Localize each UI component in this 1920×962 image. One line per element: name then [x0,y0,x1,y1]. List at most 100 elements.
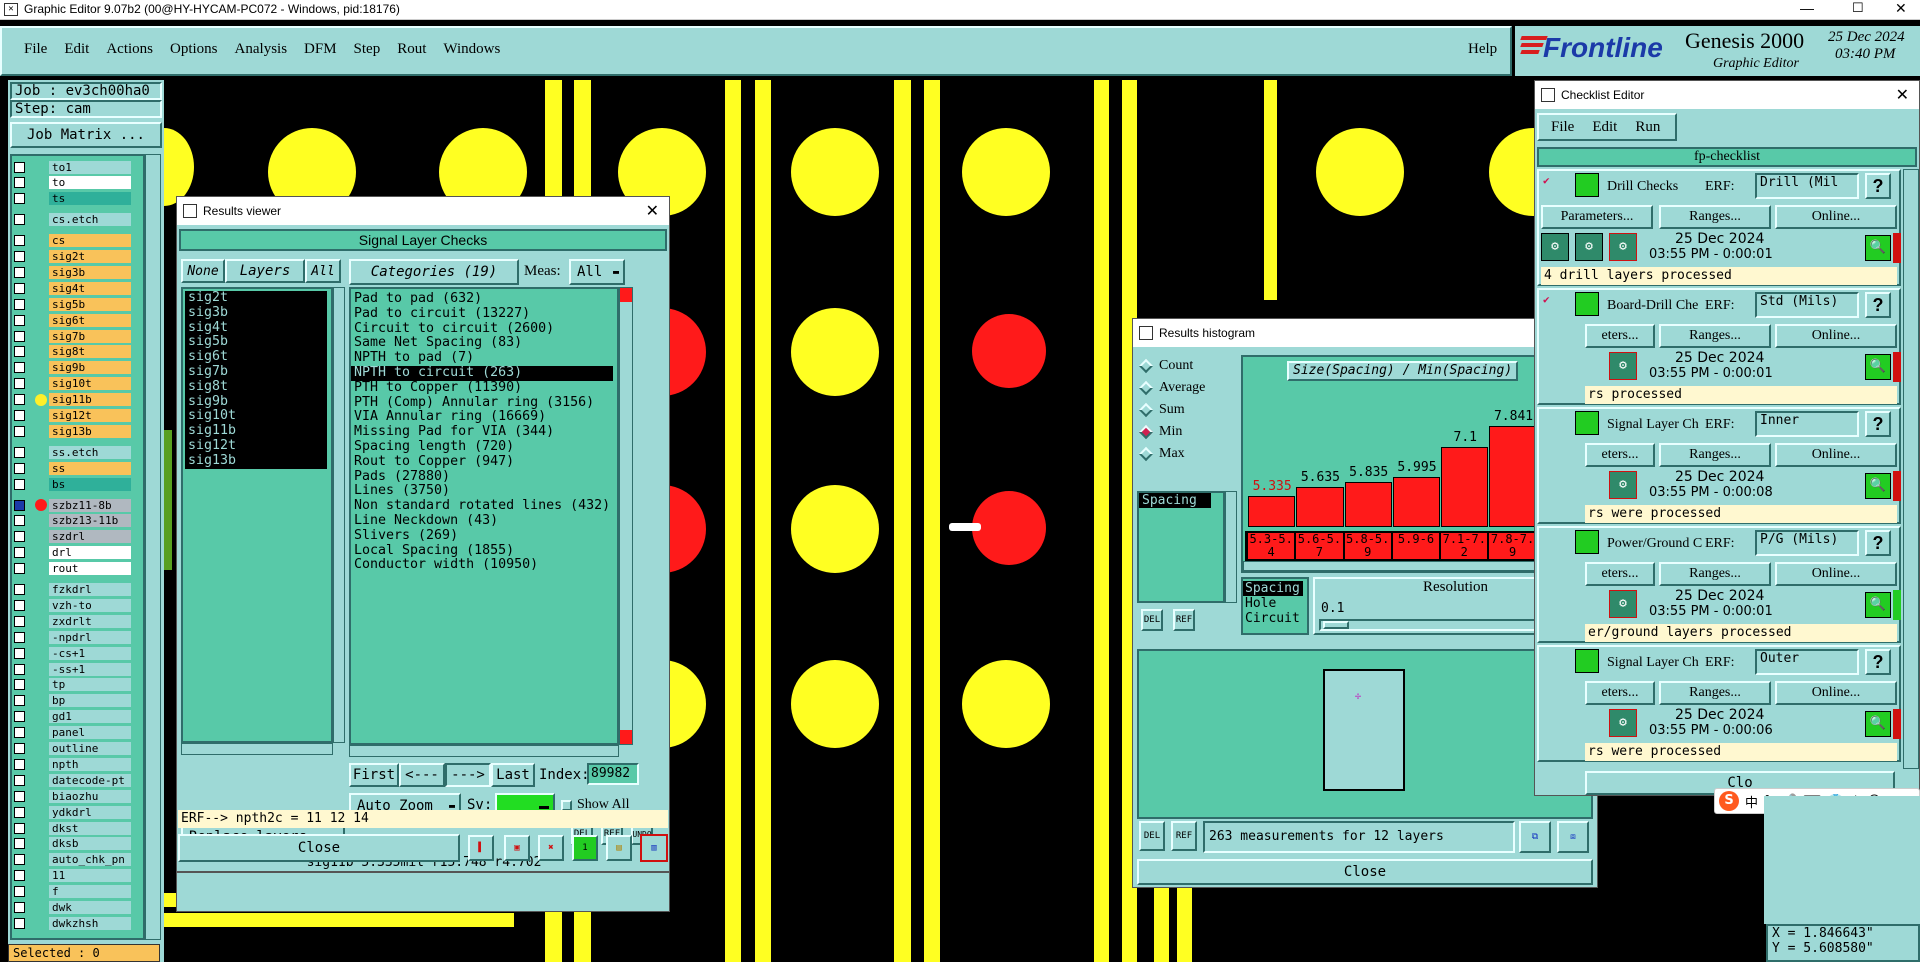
run-icon[interactable]: ⚙ [1609,233,1637,261]
layer-checkbox[interactable] [14,727,25,739]
layer-checkbox[interactable] [14,235,25,247]
erf-field[interactable]: P/G (Mils) [1755,530,1859,556]
erf-field[interactable]: Std (Mils) [1755,292,1859,318]
layer-row[interactable]: ss [14,461,132,475]
layer-row[interactable]: datecode-pt [14,773,132,787]
layer-row[interactable]: ts [14,192,132,206]
layer-name[interactable]: panel [49,726,131,740]
layer-checkbox[interactable] [14,531,25,543]
layer-checkbox[interactable] [14,615,25,627]
layer-checkbox[interactable] [14,547,25,559]
layer-row[interactable]: -ss+1 [14,662,132,676]
histogram-bar[interactable] [1441,446,1489,527]
layer-row[interactable]: cs.etch [14,213,132,227]
menu-file[interactable]: File [24,41,47,58]
categories-button[interactable]: Categories (19) [349,259,519,285]
histogram-bar[interactable] [1248,495,1296,527]
layer-checkbox[interactable] [14,679,25,691]
layer-checkbox[interactable] [14,425,25,437]
layer-row[interactable]: sig11b [14,393,132,407]
layer-row[interactable]: sig13b [14,424,132,438]
index-input[interactable]: 89982 [587,763,639,785]
layer-row[interactable]: zxdrlt [14,614,132,628]
layer-checkbox[interactable] [14,478,25,490]
menu-options[interactable]: Options [170,41,218,58]
layer-checkbox[interactable] [14,462,25,474]
layer-name[interactable]: vzh-to [49,598,131,612]
layer-checkbox[interactable] [14,902,25,913]
layer-name[interactable]: drl [49,546,131,560]
layer-checkbox[interactable] [14,838,25,850]
category-item[interactable]: Missing Pad for VIA (344) [351,424,617,440]
layer-row[interactable]: -cs+1 [14,646,132,660]
layer-checkbox[interactable] [14,758,25,770]
zoom-icon[interactable]: 🔍 [1865,235,1891,261]
layer-row[interactable]: auto_chk_pn [14,853,132,867]
layer-row[interactable]: npth [14,757,132,771]
histogram-bar[interactable] [1344,481,1392,527]
tool-icon-4[interactable]: 1 [572,835,598,861]
layer-name[interactable]: -ss+1 [49,662,131,676]
category-item[interactable]: Spacing length (720) [351,439,617,455]
category-item[interactable]: Local Spacing (1855) [351,543,617,559]
layer-name[interactable]: -npdrl [49,630,131,644]
layer-row[interactable]: panel [14,726,132,740]
layer-name[interactable]: npth [49,757,131,771]
cl-menu-file[interactable]: File [1551,119,1574,136]
layer-name[interactable]: f [49,885,131,899]
rv-layer-item[interactable]: sig7b [185,364,327,380]
type-hole[interactable]: Hole [1243,596,1307,611]
layer-checkbox[interactable] [14,446,25,458]
layer-checkbox[interactable] [14,886,25,898]
layer-row[interactable]: sig7b [14,329,132,343]
categories-list[interactable]: Pad to pad (632) Pad to circuit (13227) Ci… [349,287,619,745]
option-average[interactable]: Average [1137,377,1235,399]
run-icon[interactable]: ⚙ [1609,590,1637,618]
layer-checkbox[interactable] [14,743,25,754]
ranges-button[interactable]: Ranges... [1659,205,1771,229]
tool-icon-3[interactable]: ✖ [538,835,564,861]
layer-name[interactable]: dwk [49,901,131,914]
menu-rout[interactable]: Rout [397,41,426,58]
ranges-button[interactable]: Ranges... [1659,562,1771,586]
layer-row[interactable]: cs [14,234,132,248]
run-icon[interactable]: ⚙ [1609,352,1637,380]
layer-checkbox[interactable] [14,362,25,374]
zoom-icon[interactable]: 🔍 [1865,711,1891,737]
layer-name[interactable]: cs [49,234,131,248]
layer-checkbox[interactable] [14,378,25,390]
layer-row[interactable]: dwk [14,901,132,915]
layer-name[interactable]: to [49,176,131,190]
rv-layer-item[interactable]: sig4t [185,320,327,336]
layer-row[interactable]: sig5b [14,297,132,311]
check-enabled-icon[interactable]: ✔ [1543,175,1555,187]
layer-row[interactable]: -npdrl [14,630,132,644]
ranges-button[interactable]: Ranges... [1659,681,1771,705]
layer-list-hscroll[interactable] [181,743,333,755]
online-button[interactable]: Online... [1775,562,1897,586]
categories-hscroll[interactable] [349,745,619,757]
layer-name[interactable]: ss.etch [49,445,131,459]
menu-help[interactable]: Help [1468,41,1497,58]
layer-checkbox[interactable] [14,917,25,929]
layer-row[interactable]: szdrl [14,530,132,544]
layer-checkbox[interactable] [14,298,25,310]
zoom-icon[interactable]: 🔍 [1865,354,1891,380]
parameters-button[interactable]: eters... [1585,324,1655,348]
layer-row[interactable]: drl [14,546,132,560]
category-item[interactable]: Conductor width (10950) [351,558,617,573]
run-icon[interactable]: ⚙ [1609,709,1637,737]
help-icon[interactable]: ? [1865,292,1891,318]
ranges-button[interactable]: Ranges... [1659,324,1771,348]
layer-checkbox[interactable] [14,515,25,527]
layer-name[interactable]: sig7b [49,329,131,343]
layer-row[interactable]: sig6t [14,313,132,327]
run-icon[interactable]: ⚙ [1541,233,1569,261]
erf-field[interactable]: Inner [1755,411,1859,437]
tool-icon-2[interactable]: ▣ [504,835,530,861]
meas-dropdown[interactable]: All ▬ [569,259,625,285]
layer-row[interactable]: dkst [14,821,132,835]
online-button[interactable]: Online... [1775,205,1897,229]
layer-row[interactable]: sig8t [14,345,132,359]
layer-name[interactable]: sig13b [49,424,131,438]
